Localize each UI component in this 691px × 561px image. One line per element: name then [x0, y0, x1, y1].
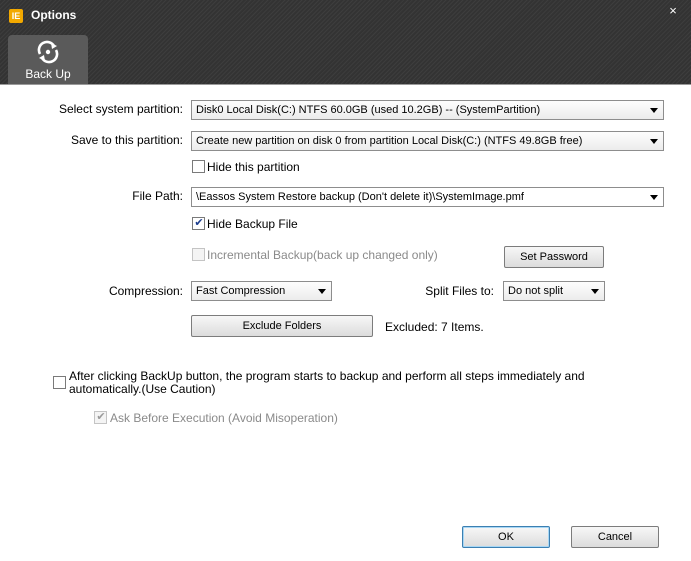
check-mark-icon: ✔: [96, 411, 106, 423]
hide-partition-label: Hide this partition: [207, 160, 300, 174]
incremental-backup-checkbox[interactable]: [192, 248, 205, 261]
auto-start-checkbox[interactable]: [53, 376, 66, 389]
file-path-label: File Path:: [132, 189, 183, 203]
check-mark-icon: ✔: [194, 217, 204, 229]
file-path-input[interactable]: \Eassos System Restore backup (Don't del…: [191, 187, 664, 207]
excluded-count-text: Excluded: 7 Items.: [385, 320, 484, 334]
chevron-down-icon: [591, 289, 599, 294]
backup-icon: [37, 40, 59, 64]
hide-backup-file-checkbox[interactable]: ✔: [192, 217, 205, 230]
close-button[interactable]: ×: [664, 3, 682, 19]
set-password-button[interactable]: Set Password: [504, 246, 604, 268]
exclude-folders-button[interactable]: Exclude Folders: [191, 315, 373, 337]
save-partition-value: Create new partition on disk 0 from part…: [196, 135, 583, 147]
split-files-select[interactable]: Do not split: [503, 281, 605, 301]
split-files-value: Do not split: [508, 285, 564, 297]
app-logo-icon: IE: [9, 9, 23, 23]
chevron-down-icon: [650, 195, 658, 200]
ask-before-label: Ask Before Execution (Avoid Misoperation…: [110, 411, 338, 425]
system-partition-value: Disk0 Local Disk(C:) NTFS 60.0GB (used 1…: [196, 104, 541, 116]
tab-label: Back Up: [25, 67, 71, 81]
ok-button[interactable]: OK: [462, 526, 550, 548]
auto-start-label-line1: After clicking BackUp button, the progra…: [69, 369, 585, 383]
options-panel: Select system partition: Disk0 Local Dis…: [0, 84, 691, 561]
compression-label: Compression:: [108, 284, 183, 298]
window-title: Options: [31, 8, 77, 22]
title-bar: IE Options × Back Up: [0, 0, 691, 84]
system-partition-label: Select system partition:: [58, 102, 183, 116]
system-partition-select[interactable]: Disk0 Local Disk(C:) NTFS 60.0GB (used 1…: [191, 100, 664, 120]
chevron-down-icon: [650, 108, 658, 113]
incremental-backup-label: Incremental Backup(back up changed only): [207, 248, 438, 262]
save-partition-label: Save to this partition:: [70, 133, 183, 147]
tab-back-up[interactable]: Back Up: [8, 35, 88, 84]
cancel-button[interactable]: Cancel: [571, 526, 659, 548]
compression-select[interactable]: Fast Compression: [191, 281, 332, 301]
compression-value: Fast Compression: [196, 285, 286, 297]
file-path-value: \Eassos System Restore backup (Don't del…: [196, 191, 524, 203]
hide-partition-checkbox[interactable]: [192, 160, 205, 173]
chevron-down-icon: [318, 289, 326, 294]
ask-before-checkbox[interactable]: ✔: [94, 411, 107, 424]
auto-start-label-line2: automatically.(Use Caution): [69, 382, 216, 396]
split-files-label: Split Files to:: [425, 284, 494, 298]
hide-backup-file-label: Hide Backup File: [207, 217, 298, 231]
chevron-down-icon: [650, 139, 658, 144]
save-partition-select[interactable]: Create new partition on disk 0 from part…: [191, 131, 664, 151]
options-window: IE Options × Back Up Select system parti…: [0, 0, 691, 561]
